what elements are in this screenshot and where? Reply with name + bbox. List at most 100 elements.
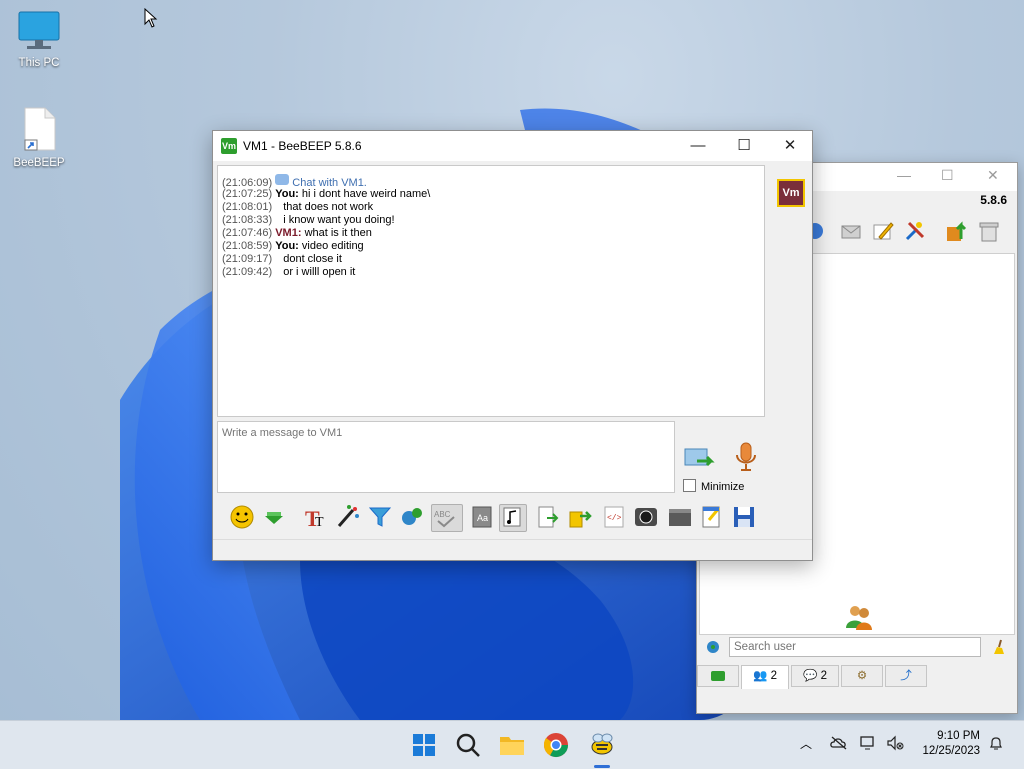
- chat-green-icon: [711, 670, 725, 681]
- microphone-icon[interactable]: [733, 441, 759, 473]
- taskbar: ︿ 9:10 PM 12/25/2023: [0, 720, 1024, 769]
- network-icon[interactable]: [705, 639, 721, 655]
- chevron-up-icon[interactable]: ︿: [800, 735, 812, 752]
- spellcheck-button[interactable]: ABC: [431, 504, 463, 532]
- send-message-icon[interactable]: [683, 443, 717, 473]
- message-text: video editing: [301, 240, 364, 252]
- message-time: (21:08:01): [222, 201, 273, 213]
- tools-icon[interactable]: [903, 219, 927, 243]
- main-tabs: 👥 2 💬 2 ⚙ ⤴: [697, 665, 1017, 689]
- message-time: (21:07:46): [222, 227, 273, 239]
- share-icon: ⤴: [900, 670, 912, 682]
- chat-bubble-icon: [275, 174, 290, 185]
- notes-icon[interactable]: [699, 504, 725, 530]
- search-icon[interactable]: [452, 729, 484, 761]
- update-icon[interactable]: [945, 219, 969, 243]
- message-sender: You:: [275, 240, 299, 252]
- dictionary-icon[interactable]: Aa: [469, 504, 495, 530]
- message-text: dont close it: [283, 253, 342, 265]
- checkbox-box[interactable]: [683, 479, 696, 492]
- maximize-icon[interactable]: ☐: [941, 167, 954, 184]
- start-windows-icon[interactable]: [408, 729, 440, 761]
- trash-icon[interactable]: [977, 219, 1001, 243]
- sound-button[interactable]: [499, 504, 527, 532]
- emoticon-icon[interactable]: [229, 504, 255, 530]
- font-icon[interactable]: TT: [303, 504, 329, 530]
- minimize-button[interactable]: —: [675, 131, 721, 161]
- message-text: i know want you doing!: [283, 214, 395, 226]
- file-explorer-icon[interactable]: [496, 729, 528, 761]
- search-user-input[interactable]: [729, 637, 981, 657]
- user-avatar-badge[interactable]: Vm: [777, 179, 805, 207]
- close-icon[interactable]: ✕: [987, 167, 999, 184]
- minimize-icon[interactable]: —: [897, 167, 911, 183]
- tab-users[interactable]: 👥 2: [741, 665, 789, 689]
- message-sender: VM1:: [275, 227, 302, 239]
- chrome-icon[interactable]: [540, 729, 572, 761]
- taskbar-clock[interactable]: 9:10 PM 12/25/2023: [922, 729, 980, 759]
- desktop-icon-this-pc[interactable]: This PC: [4, 10, 74, 69]
- chat-window[interactable]: Vm VM1 - BeeBEEP 5.8.6 — ☐ ✕ (21:06:09) …: [212, 130, 813, 561]
- chat-titlebar[interactable]: Vm VM1 - BeeBEEP 5.8.6 — ☐ ✕: [213, 131, 812, 161]
- chat-message: (21:08:01) that does not work: [222, 201, 373, 213]
- tab-chat[interactable]: [697, 665, 739, 687]
- svg-text:T: T: [315, 515, 324, 530]
- desktop-icon-label: This PC: [18, 57, 60, 69]
- tab-groups[interactable]: ⚙: [841, 665, 883, 687]
- chat-message: (21:08:59) You: video editing: [222, 240, 364, 252]
- clock-time: 9:10 PM: [937, 730, 980, 742]
- tab-share[interactable]: ⤴: [885, 665, 927, 687]
- save-disk-icon[interactable]: [731, 504, 757, 530]
- network-display-icon[interactable]: [860, 735, 878, 751]
- message-time: (21:08:59): [222, 240, 273, 252]
- maximize-button[interactable]: ☐: [721, 131, 767, 161]
- close-button[interactable]: ✕: [767, 131, 813, 161]
- tab-label: 2: [770, 670, 777, 682]
- message-text: that does not work: [283, 201, 374, 213]
- color-wand-icon[interactable]: [335, 504, 361, 530]
- chat-history[interactable]: (21:06:09) Chat with VM1. (21:07:25) You…: [217, 165, 765, 417]
- video-icon[interactable]: [667, 504, 693, 530]
- edit-pencil-icon[interactable]: [871, 219, 895, 243]
- desktop-icon-label: BeeBEEP: [13, 157, 65, 169]
- onedrive-offline-icon[interactable]: [830, 735, 848, 751]
- svg-text:</>: </>: [607, 514, 622, 523]
- nudge-icon[interactable]: [261, 504, 287, 530]
- chat-message: (21:07:46) VM1: what is it then: [222, 227, 372, 239]
- notification-bell-icon[interactable]: [988, 735, 1004, 751]
- mouse-cursor-icon: [144, 8, 158, 28]
- tab-chats[interactable]: 💬 2: [791, 665, 839, 687]
- broom-icon[interactable]: [991, 639, 1007, 655]
- chat-message: (21:06:09) Chat with VM1.: [222, 174, 367, 189]
- monitor-icon: [18, 11, 60, 49]
- message-input[interactable]: [217, 421, 675, 493]
- message-time: (21:08:33): [222, 214, 273, 226]
- speaker-muted-icon[interactable]: [886, 735, 904, 751]
- minimize-checkbox[interactable]: Minimize: [683, 479, 744, 493]
- chat-message: (21:09:17) dont close it: [222, 253, 342, 265]
- chat-message: (21:08:33) i know want you doing!: [222, 214, 395, 226]
- svg-text:Aa: Aa: [477, 513, 488, 523]
- desktop-icon-beebeep[interactable]: BeeBEEP: [4, 106, 74, 169]
- envelope-icon[interactable]: [839, 219, 863, 243]
- message-time: (21:07:25): [222, 188, 273, 200]
- message-sender: You:: [275, 188, 299, 200]
- groups-icon: ⚙: [856, 670, 868, 682]
- message-time: (21:09:42): [222, 266, 273, 278]
- message-text: or i willl open it: [283, 266, 356, 278]
- search-row: [697, 635, 1017, 661]
- beebeep-taskbar-icon[interactable]: [586, 729, 618, 761]
- chat-toolbar: TT ABC Aa </>: [217, 501, 807, 535]
- chats-icon: 💬: [803, 670, 818, 682]
- send-file-icon[interactable]: [567, 504, 593, 530]
- music-note-icon: [503, 507, 521, 527]
- filter-icon[interactable]: [367, 504, 393, 530]
- version-label: 5.8.6: [980, 193, 1007, 207]
- chat-side-panel: Vm: [769, 165, 809, 495]
- save-chat-icon[interactable]: [535, 504, 561, 530]
- window-title: VM1 - BeeBEEP 5.8.6: [243, 139, 362, 153]
- tab-label: 2: [820, 670, 827, 682]
- html-code-icon[interactable]: </>: [601, 504, 627, 530]
- settings-gears-icon[interactable]: [399, 504, 425, 530]
- screenshot-icon[interactable]: [633, 504, 659, 530]
